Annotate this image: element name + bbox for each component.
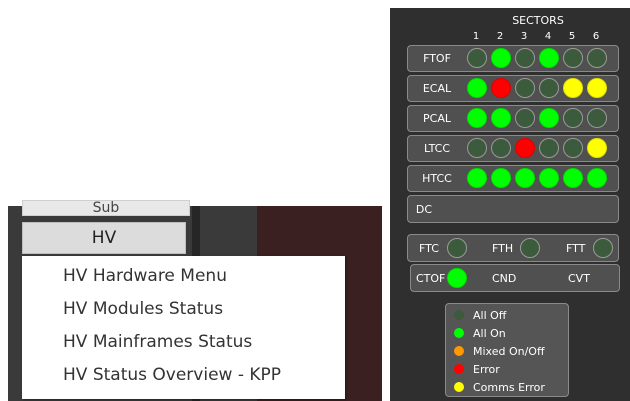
legend-label: All Off xyxy=(473,309,507,322)
legend-label: Error xyxy=(473,363,500,376)
led-ftof-sector-2[interactable] xyxy=(491,48,511,68)
menu-item-hv-mainframes-status[interactable]: HV Mainframes Status xyxy=(22,326,345,359)
row-label-ecal: ECAL xyxy=(422,82,452,95)
ctof-status-led[interactable] xyxy=(447,268,467,288)
led-ftof-sector-6[interactable] xyxy=(587,48,607,68)
legend-color-dot xyxy=(454,346,464,356)
ftt-label: FTT xyxy=(566,242,586,255)
led-ltcc-sector-4[interactable] xyxy=(539,138,559,158)
led-pcal-sector-1[interactable] xyxy=(467,108,487,128)
fth-status-led[interactable] xyxy=(520,238,540,258)
detector-status-panel: SECTORS 1 2 3 4 5 6 FTOF ECAL PCAL LTCC HTCC DC FT… xyxy=(390,8,630,401)
led-ecal-sector-4[interactable] xyxy=(539,78,559,98)
sub-button[interactable]: Sub xyxy=(22,200,190,216)
sector-number-4: 4 xyxy=(544,31,552,42)
central-detectors-row: CTOF CND CVT xyxy=(410,264,620,292)
sector-number-1: 1 xyxy=(472,31,480,42)
led-htcc-sector-1[interactable] xyxy=(467,168,487,188)
row-htcc: HTCC xyxy=(407,165,619,192)
led-htcc-sector-5[interactable] xyxy=(563,168,583,188)
row-dc: DC xyxy=(407,195,619,223)
led-htcc-sector-2[interactable] xyxy=(491,168,511,188)
led-ecal-sector-6[interactable] xyxy=(587,78,607,98)
row-label-htcc: HTCC xyxy=(422,172,452,185)
hv-button[interactable]: HV xyxy=(22,222,186,254)
led-pcal-sector-4[interactable] xyxy=(539,108,559,128)
sector-number-6: 6 xyxy=(592,31,600,42)
status-legend: All Off All On Mixed On/Off Error Comms Erro… xyxy=(445,303,569,397)
led-ltcc-sector-1[interactable] xyxy=(467,138,487,158)
led-pcal-sector-6[interactable] xyxy=(587,108,607,128)
legend-label: Mixed On/Off xyxy=(473,345,545,358)
led-ltcc-sector-5[interactable] xyxy=(563,138,583,158)
cvt-label: CVT xyxy=(568,272,590,285)
sector-number-5: 5 xyxy=(568,31,576,42)
row-ltcc: LTCC xyxy=(407,135,619,162)
row-label-pcal: PCAL xyxy=(423,112,451,125)
legend-color-dot xyxy=(454,364,464,374)
ftc-status-led[interactable] xyxy=(447,238,467,258)
legend-color-dot xyxy=(454,328,464,338)
led-ftof-sector-4[interactable] xyxy=(539,48,559,68)
legend-item: Error xyxy=(454,363,500,377)
led-ltcc-sector-2[interactable] xyxy=(491,138,511,158)
led-pcal-sector-2[interactable] xyxy=(491,108,511,128)
ftt-status-led[interactable] xyxy=(593,238,613,258)
legend-color-dot xyxy=(454,382,464,392)
led-ltcc-sector-3[interactable] xyxy=(515,138,535,158)
led-ecal-sector-2[interactable] xyxy=(491,78,511,98)
led-ecal-sector-3[interactable] xyxy=(515,78,535,98)
hv-dropdown-menu: HV Hardware Menu HV Modules Status HV Ma… xyxy=(22,256,345,399)
sector-number-3: 3 xyxy=(520,31,528,42)
cnd-label: CND xyxy=(492,272,517,285)
fth-label: FTH xyxy=(492,242,514,255)
menu-item-hv-hardware[interactable]: HV Hardware Menu xyxy=(22,260,345,293)
led-ecal-sector-5[interactable] xyxy=(563,78,583,98)
ftc-label: FTC xyxy=(419,242,439,255)
legend-item: All On xyxy=(454,327,506,341)
led-ftof-sector-5[interactable] xyxy=(563,48,583,68)
led-htcc-sector-3[interactable] xyxy=(515,168,535,188)
led-htcc-sector-4[interactable] xyxy=(539,168,559,188)
led-ecal-sector-1[interactable] xyxy=(467,78,487,98)
legend-item: All Off xyxy=(454,309,506,323)
row-label-ftof: FTOF xyxy=(423,52,451,65)
sectors-title: SECTORS xyxy=(512,14,564,27)
row-ftof: FTOF xyxy=(407,45,619,72)
led-ltcc-sector-6[interactable] xyxy=(587,138,607,158)
row-pcal: PCAL xyxy=(407,105,619,132)
row-label-dc: DC xyxy=(415,203,433,216)
legend-item: Mixed On/Off xyxy=(454,345,545,359)
menu-item-hv-modules-status[interactable]: HV Modules Status xyxy=(22,293,345,326)
legend-item: Comms Error xyxy=(454,381,545,395)
menu-item-hv-status-overview[interactable]: HV Status Overview - KPP xyxy=(22,359,345,392)
led-ftof-sector-3[interactable] xyxy=(515,48,535,68)
led-ftof-sector-1[interactable] xyxy=(467,48,487,68)
led-pcal-sector-3[interactable] xyxy=(515,108,535,128)
ctof-label: CTOF xyxy=(416,272,446,285)
sector-number-2: 2 xyxy=(496,31,504,42)
forward-detectors-row: FTC FTH FTT xyxy=(407,234,619,262)
hv-menu-area: Sub HV HV Hardware Menu HV Modules Statu… xyxy=(8,200,382,401)
legend-label: Comms Error xyxy=(473,381,545,394)
led-htcc-sector-6[interactable] xyxy=(587,168,607,188)
row-ecal: ECAL xyxy=(407,75,619,102)
legend-color-dot xyxy=(454,310,464,320)
legend-label: All On xyxy=(473,327,506,340)
row-label-ltcc: LTCC xyxy=(423,142,451,155)
led-pcal-sector-5[interactable] xyxy=(563,108,583,128)
